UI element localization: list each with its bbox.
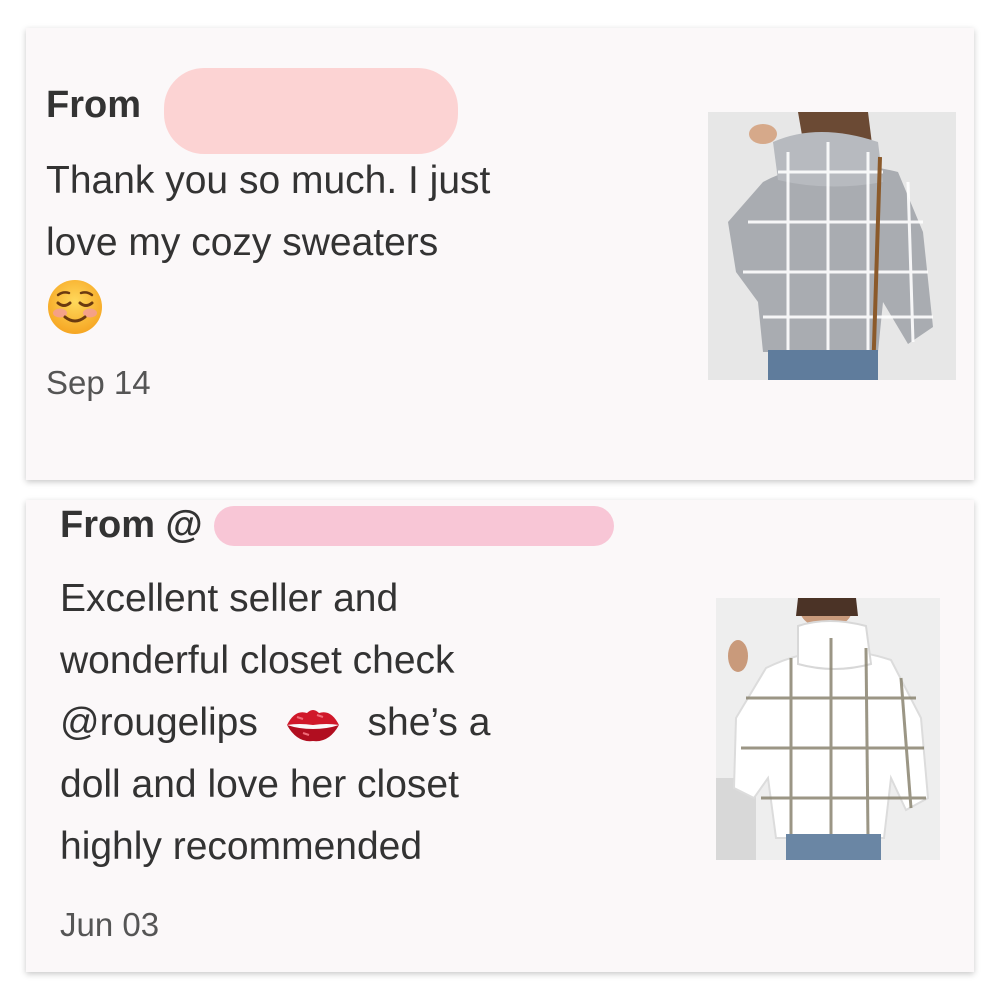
from-label: From @	[60, 504, 203, 546]
smiling-face-emoji	[48, 279, 102, 334]
message-line: highly recommended	[60, 825, 423, 868]
white-sweater-image	[716, 598, 940, 860]
review-message: Thank you so much. I just love my cozy s…	[46, 150, 490, 336]
redacted-username	[164, 68, 458, 154]
mention-link[interactable]: @rougelips	[60, 701, 258, 744]
redacted-username	[214, 506, 614, 546]
message-line: Excellent seller and	[60, 577, 399, 620]
product-photo[interactable]	[708, 112, 956, 380]
message-line: Thank you so much. I just	[46, 159, 491, 202]
gray-sweater-image	[708, 112, 956, 380]
message-line: doll and love her closet	[60, 763, 459, 806]
message-line: @rougelips she’s a	[60, 692, 490, 754]
kiss-mark-emoji	[286, 709, 339, 741]
review-card: From Thank you so much. I just love my c…	[26, 28, 974, 480]
product-photo[interactable]	[716, 598, 940, 860]
message-text: she’s a	[367, 701, 491, 744]
message-line: love my cozy sweaters	[46, 221, 439, 264]
review-date: Jun 03	[60, 906, 160, 943]
review-date: Sep 14	[46, 364, 151, 401]
message-line: wonderful closet check	[60, 639, 455, 682]
review-message: Excellent seller and wonderful closet ch…	[60, 568, 490, 878]
from-label: From	[46, 84, 141, 126]
review-card: From @ Excellent seller and wonderful cl…	[26, 500, 974, 972]
